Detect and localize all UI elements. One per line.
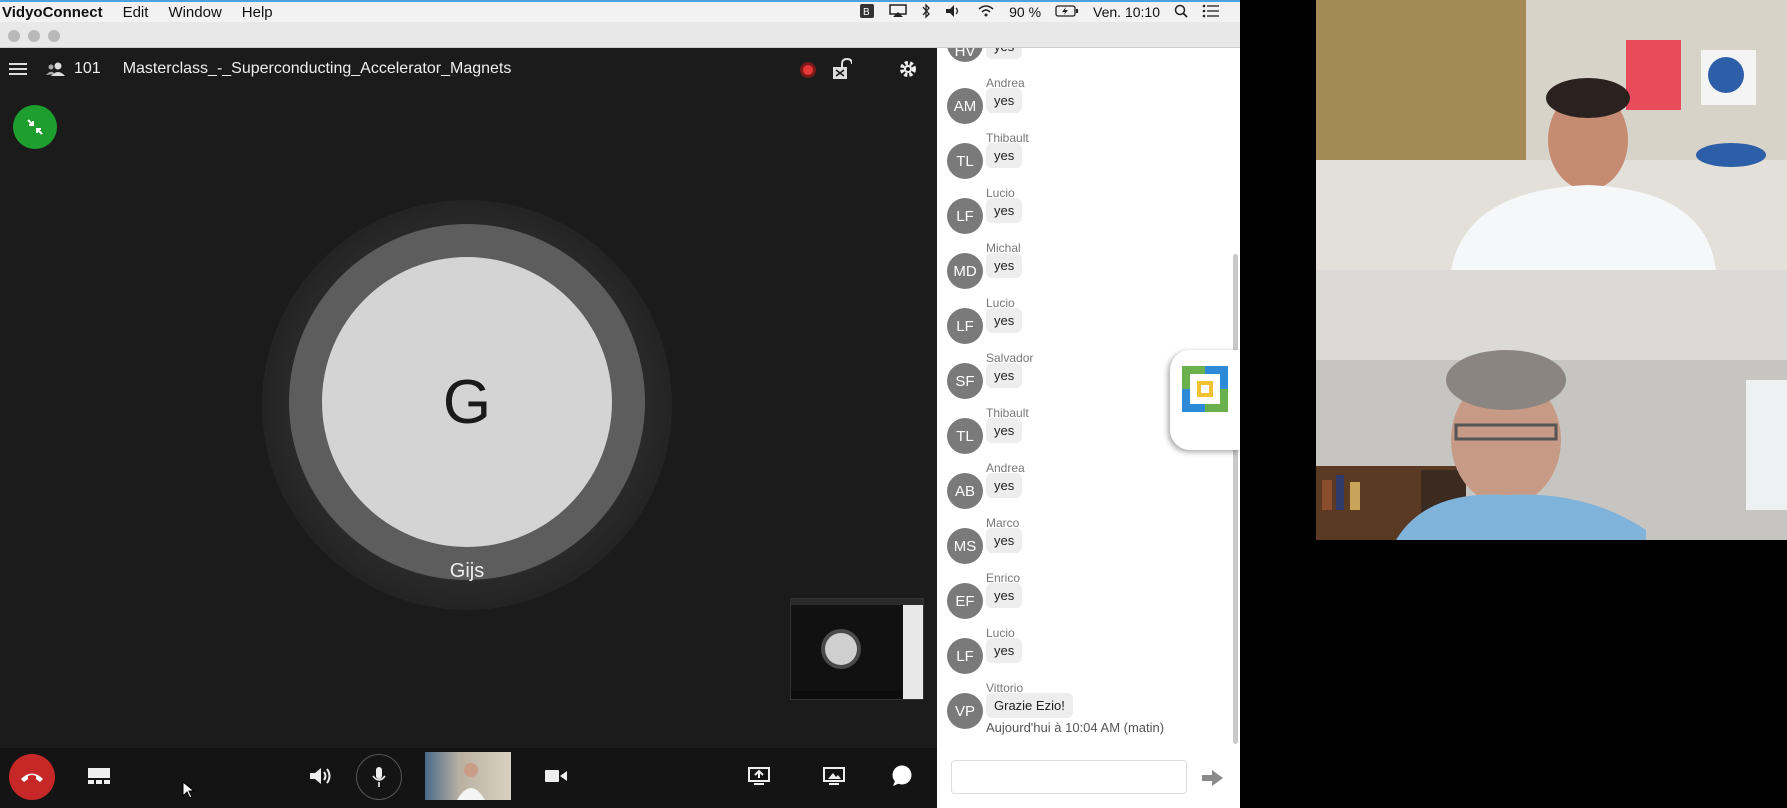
window-titlebar	[0, 22, 1240, 48]
chat-bubble: yes	[986, 88, 1023, 113]
collapse-icon[interactable]	[13, 105, 57, 149]
mouse-cursor-icon	[182, 781, 196, 799]
chat-avatar: SF	[947, 363, 983, 399]
zoom-window-button[interactable]	[48, 30, 60, 42]
chat-avatar: AB	[947, 473, 983, 509]
minimize-window-button[interactable]	[28, 30, 40, 42]
gear-icon[interactable]	[899, 60, 917, 78]
chat-avatar: LF	[947, 308, 983, 344]
room-name: Masterclass_-_Superconducting_Accelerato…	[122, 60, 512, 77]
conference-top-bar: 101 Masterclass_-_Superconducting_Accele…	[0, 48, 937, 90]
participant-count[interactable]: 101	[74, 60, 101, 78]
spotlight-search-icon[interactable]	[1174, 4, 1188, 21]
hangup-icon[interactable]	[9, 754, 55, 800]
self-view-preview[interactable]	[790, 598, 924, 700]
chat-bubble: yes	[986, 583, 1023, 608]
menubar-status-area: B 90 % Ven. 10:10	[859, 2, 1240, 22]
layout-icon[interactable]	[88, 768, 110, 784]
camera-preview-thumbnail[interactable]	[425, 752, 511, 800]
lock-icon[interactable]	[832, 58, 852, 80]
battery-percent: 90 %	[1009, 4, 1042, 20]
chat-message: Thibault TL yes	[937, 131, 1240, 186]
chat-timestamp: Aujourd'hui à 10:04 AM (matin)	[986, 720, 1165, 735]
chat-message: Lucio LF yes	[937, 296, 1240, 351]
chat-avatar: LF	[947, 198, 983, 234]
microphone-icon[interactable]	[356, 754, 402, 800]
chat-bubble: yes	[986, 308, 1023, 333]
menu-help[interactable]: Help	[232, 4, 283, 21]
chat-message: Michal MD yes	[937, 241, 1240, 296]
chat-avatar: LF	[947, 638, 983, 674]
vidyo-tray-icon[interactable]: B	[859, 3, 875, 22]
chat-message-partial: HV yes	[937, 48, 1240, 64]
chat-bubble: yes	[986, 198, 1023, 223]
active-speaker-name: Gijs	[449, 560, 485, 582]
video-area: 101 Masterclass_-_Superconducting_Accele…	[0, 48, 937, 808]
airplay-icon[interactable]	[889, 3, 907, 21]
chat-scrollbar[interactable]	[1233, 254, 1238, 744]
mac-menubar: VidyoConnect Edit Window Help B 90 % Ven…	[0, 0, 1240, 22]
bluetooth-icon[interactable]	[921, 2, 931, 22]
notification-center-icon[interactable]	[1202, 4, 1220, 21]
chat-bubble: yes	[986, 473, 1023, 498]
chat-avatar: TL	[947, 418, 983, 454]
chat-message: Lucio LF yes	[937, 186, 1240, 241]
vidyo-logo-icon	[1182, 366, 1228, 412]
chat-input[interactable]	[951, 760, 1187, 794]
camera-icon[interactable]	[545, 769, 567, 783]
chat-message: Marco MS yes	[937, 516, 1240, 571]
chat-avatar: EF	[947, 583, 983, 619]
chat-avatar: MS	[947, 528, 983, 564]
chat-icon[interactable]	[891, 765, 913, 787]
call-controls-bar	[0, 748, 937, 808]
chat-message: Lucio LF yes	[937, 626, 1240, 681]
chat-message: Enrico EF yes	[937, 571, 1240, 626]
chat-bubble: yes	[986, 528, 1023, 553]
chat-bubble: yes	[986, 638, 1023, 663]
share-screen-icon[interactable]	[748, 767, 770, 785]
menu-window[interactable]: Window	[158, 4, 231, 21]
webcam-tile-1	[1316, 0, 1787, 270]
chat-message: Andrea AM yes	[937, 76, 1240, 131]
vidyo-logo-tab[interactable]	[1170, 350, 1240, 450]
chat-bubble: yes	[986, 418, 1023, 443]
chat-avatar: HV	[947, 48, 983, 62]
menubar-app-name[interactable]: VidyoConnect	[0, 4, 113, 21]
menubar-clock[interactable]: Ven. 10:10	[1093, 4, 1160, 20]
chat-bubble: yes	[986, 253, 1023, 278]
svg-text:B: B	[863, 7, 870, 18]
send-icon[interactable]	[1202, 769, 1224, 787]
battery-icon[interactable]	[1055, 4, 1079, 20]
menu-edit[interactable]: Edit	[113, 4, 159, 21]
record-icon[interactable]	[798, 60, 818, 80]
chat-bubble: yes	[986, 143, 1023, 168]
chat-bubble: yes	[986, 363, 1023, 388]
chat-avatar: AM	[947, 88, 983, 124]
volume-icon[interactable]	[945, 4, 963, 21]
speaker-icon[interactable]	[309, 766, 333, 786]
chat-avatar: MD	[947, 253, 983, 289]
share-window-icon[interactable]	[823, 767, 845, 785]
chat-bubble: yes	[986, 48, 1023, 59]
active-speaker-avatar: G	[322, 257, 612, 547]
webcam-tile-2	[1316, 270, 1787, 540]
chat-avatar: TL	[947, 143, 983, 179]
chat-bubble: Grazie Ezio!	[986, 693, 1073, 718]
chat-avatar: VP	[947, 693, 983, 729]
vidyoconnect-window: VidyoConnect Edit Window Help B 90 % Ven…	[0, 0, 1240, 808]
menu-icon[interactable]	[8, 62, 28, 76]
participants-icon[interactable]	[46, 61, 66, 77]
close-window-button[interactable]	[8, 30, 20, 42]
wifi-icon[interactable]	[977, 4, 995, 21]
chat-message: Andrea AB yes	[937, 461, 1240, 516]
